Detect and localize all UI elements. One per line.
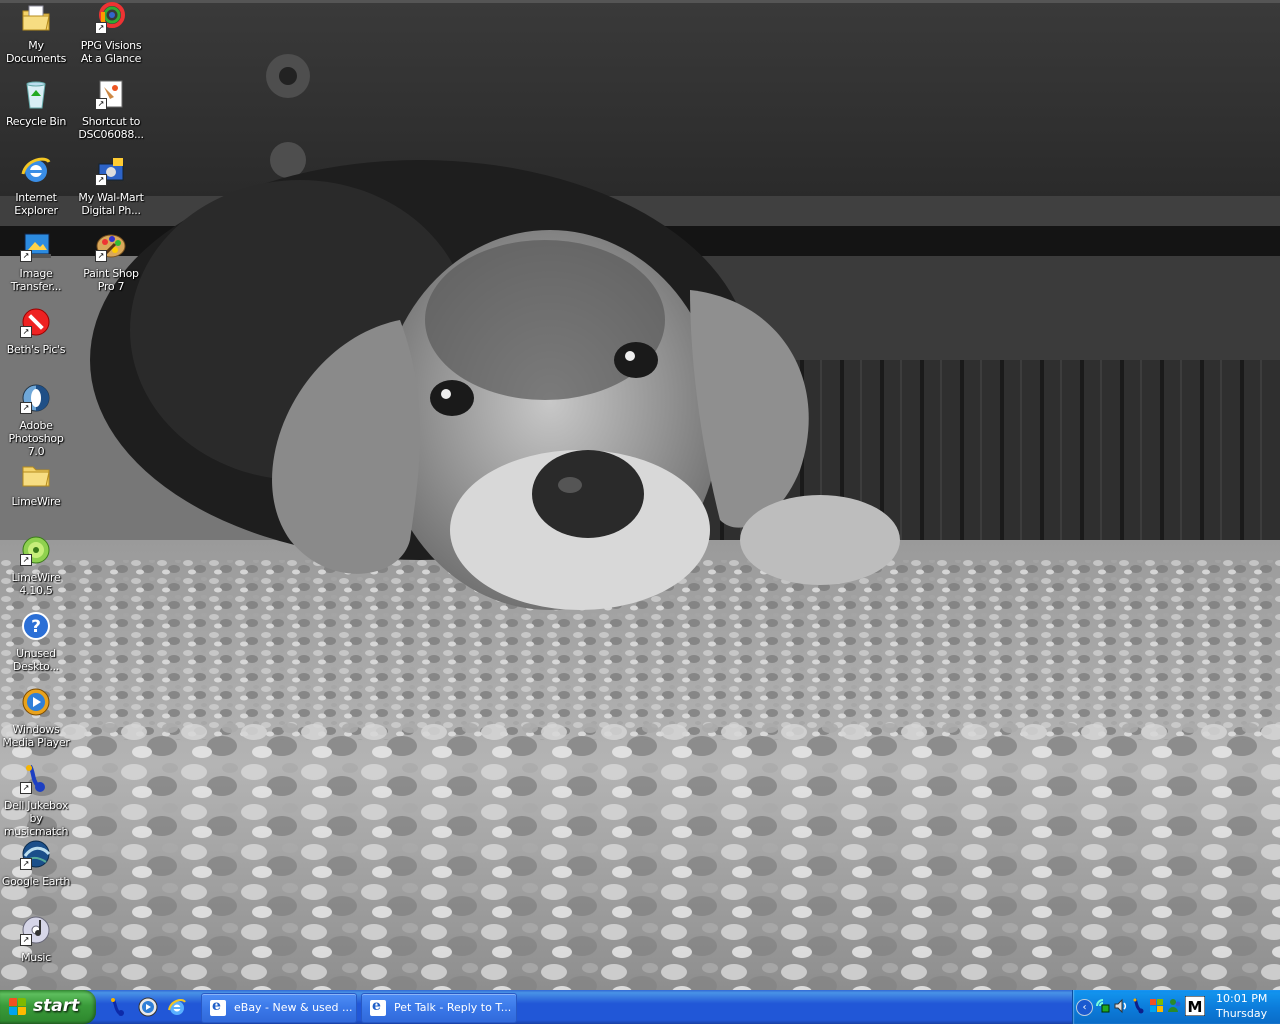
shortcut-arrow-icon: ↗ (20, 250, 32, 262)
desktop-icon-ppg-visions[interactable]: ↗ PPG Visions At a Glance (74, 0, 148, 65)
paint-shop-pro-icon: ↗ (95, 230, 127, 262)
desktop-icon-dell-jukebox[interactable]: ↗ Dell Jukebox by musicmatch (0, 760, 73, 838)
photoshop-icon: ↗ (20, 382, 52, 414)
image-transfer-icon: ↗ (20, 230, 52, 262)
shortcut-arrow-icon: ↗ (20, 554, 32, 566)
desktop-icon-limewire-folder[interactable]: LimeWire (0, 456, 73, 508)
desktop-icon-internet-explorer[interactable]: Internet Explorer (0, 152, 73, 217)
start-button[interactable]: start (0, 990, 96, 1024)
internet-explorer-icon (210, 998, 226, 1016)
desktop-icon-music[interactable]: ↗ Music (0, 912, 73, 964)
task-button-pet-talk[interactable]: Pet Talk - Reply to T... (361, 993, 517, 1023)
google-earth-icon: ↗ (20, 838, 52, 870)
shortcut-arrow-icon: ↗ (20, 326, 32, 338)
quicklaunch-jukebox-icon[interactable] (108, 997, 128, 1017)
tray-jukebox-icon[interactable] (1131, 998, 1147, 1014)
svg-text:?: ? (31, 617, 41, 637)
folder-documents-icon (20, 2, 52, 34)
desktop-icon-image-transfer[interactable]: ↗ Image Transfer... (0, 228, 73, 293)
desktop-icon-dsc-shortcut[interactable]: ↗ Shortcut to DSC06088... (74, 76, 148, 141)
recycle-bin-icon (20, 78, 52, 110)
shortcut-arrow-icon: ↗ (20, 934, 32, 946)
task-button-ebay[interactable]: eBay - New & used ... (201, 993, 357, 1023)
folder-icon (20, 458, 52, 490)
quicklaunch-media-player-icon[interactable] (138, 997, 158, 1017)
shortcut-arrow-icon: ↗ (95, 98, 107, 110)
internet-explorer-icon (370, 998, 386, 1016)
internet-explorer-icon (20, 154, 52, 186)
desktop-icon-walmart-photo[interactable]: ↗ My Wal-Mart Digital Ph... (74, 152, 148, 217)
no-entry-shortcut-icon: ↗ (20, 306, 52, 338)
network-icon[interactable] (1095, 998, 1111, 1014)
shortcut-arrow-icon: ↗ (20, 858, 32, 870)
quicklaunch-internet-explorer-icon[interactable] (167, 997, 187, 1017)
m-app-icon[interactable]: M (1184, 995, 1206, 1017)
tray-windows-flag-icon[interactable] (1149, 998, 1165, 1014)
desktop-icon-unused-desktop[interactable]: ? Unused Deskto... (0, 608, 73, 673)
shortcut-arrow-icon: ↗ (95, 22, 107, 34)
shortcut-arrow-icon: ↗ (20, 782, 32, 794)
volume-icon[interactable] (1113, 998, 1129, 1014)
help-icon: ? (20, 610, 52, 642)
windows-flag-icon (9, 998, 27, 1016)
clock-day[interactable]: Thursday (1216, 1007, 1267, 1020)
desktop-icon-google-earth[interactable]: ↗ Google Earth (0, 836, 73, 888)
shortcut-arrow-icon: ↗ (95, 174, 107, 186)
desktop-icon-beths-pics[interactable]: ↗ Beth's Pic's (0, 304, 73, 356)
desktop-icon-windows-media-player[interactable]: Windows Media Player (0, 684, 73, 749)
show-hidden-icons-chevron-icon[interactable]: ‹ (1076, 999, 1093, 1016)
start-label: start (33, 996, 80, 1016)
messenger-icon[interactable] (1167, 998, 1183, 1014)
limewire-icon: ↗ (20, 534, 52, 566)
shortcut-arrow-icon: ↗ (95, 250, 107, 262)
desktop-icon-my-documents[interactable]: My Documents (0, 0, 73, 65)
ppg-shortcut-icon: ↗ (95, 2, 127, 34)
jukebox-icon: ↗ (20, 762, 52, 794)
desktop-wallpaper (0, 0, 1280, 990)
desktop-icon-recycle-bin[interactable]: Recycle Bin (0, 76, 73, 128)
svg-text:M: M (1188, 998, 1203, 1016)
image-shortcut-icon: ↗ (95, 78, 127, 110)
desktop-icon-adobe-photoshop[interactable]: ↗ Adobe Photoshop 7.0 (0, 380, 73, 458)
media-player-icon (20, 686, 52, 718)
clock-time[interactable]: 10:01 PM (1216, 992, 1267, 1005)
music-cd-icon: ↗ (20, 914, 52, 946)
shortcut-arrow-icon: ↗ (20, 402, 32, 414)
walmart-photo-icon: ↗ (95, 154, 127, 186)
desktop-icon-limewire-app[interactable]: ↗ LimeWire 4.10.5 (0, 532, 73, 597)
taskbar: start eBay - New & used ... Pet Talk - R… (0, 990, 1280, 1024)
desktop-icon-paint-shop-pro[interactable]: ↗ Paint Shop Pro 7 (74, 228, 148, 293)
